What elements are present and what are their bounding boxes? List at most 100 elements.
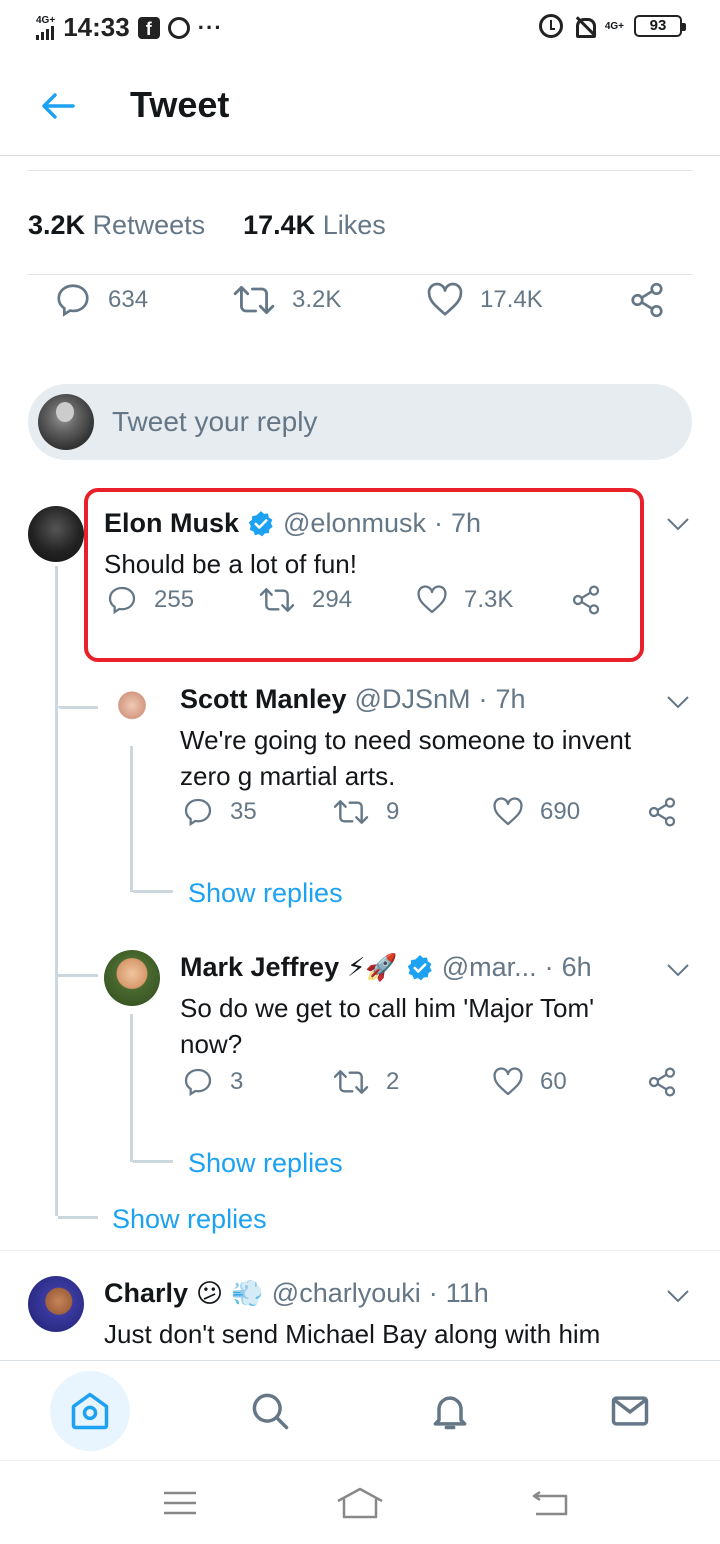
search-icon <box>252 1393 289 1430</box>
page-title: Tweet <box>130 84 230 125</box>
facebook-icon: f <box>137 16 160 39</box>
reply-button[interactable]: 35 <box>182 796 257 828</box>
network-label: 4G+ <box>36 14 56 26</box>
show-replies-link[interactable]: Show replies <box>188 878 343 909</box>
share-icon <box>631 282 663 318</box>
avatar[interactable] <box>104 684 160 740</box>
retweet-button[interactable]: 3.2K <box>232 281 341 319</box>
back-arrow-icon <box>42 93 75 119</box>
thread-line <box>130 1014 133 1162</box>
reply-placeholder: Tweet your reply <box>112 406 318 437</box>
back-button[interactable] <box>36 84 80 128</box>
thread-line <box>130 746 133 892</box>
signal-icon <box>36 25 54 40</box>
retweet-icon <box>233 286 275 314</box>
reply-button[interactable]: 634 <box>54 281 148 319</box>
thread-connector <box>58 706 98 709</box>
chevron-down-icon[interactable] <box>666 516 690 532</box>
author-handle[interactable]: @DJSnM <box>355 684 471 715</box>
divider <box>28 274 692 275</box>
share-button[interactable] <box>646 1066 678 1098</box>
thread-line <box>55 566 58 1216</box>
heart-icon <box>427 282 463 316</box>
chevron-down-icon[interactable] <box>666 694 690 710</box>
tweet-header: Mark Jeffrey ⚡🚀 @mar... · 6h <box>180 952 592 983</box>
chevron-down-icon[interactable] <box>666 1288 690 1304</box>
show-replies-link[interactable]: Show replies <box>188 1148 343 1179</box>
tweet-time: 11h <box>445 1278 489 1308</box>
share-button[interactable] <box>628 281 666 319</box>
search-tab[interactable] <box>230 1371 310 1451</box>
thread-connector <box>58 974 98 977</box>
reply-input[interactable]: Tweet your reply <box>28 384 692 460</box>
clock: 14:33 <box>63 12 130 42</box>
header: Tweet <box>0 56 720 156</box>
like-button[interactable]: 17.4K <box>426 282 543 318</box>
tweet-time: 7h <box>495 684 526 714</box>
author-name[interactable]: Mark Jeffrey <box>180 952 339 983</box>
bell-icon <box>433 1396 467 1430</box>
verified-badge-icon <box>407 954 432 980</box>
highlight-box <box>84 488 644 662</box>
reply-icon <box>57 284 89 317</box>
retweets-stat[interactable]: 3.2K Retweets <box>28 210 205 241</box>
alarm-icon <box>538 14 563 38</box>
author-handle[interactable]: @charlyouki <box>272 1278 421 1309</box>
thread-show-replies-link[interactable]: Show replies <box>112 1204 267 1235</box>
avatar[interactable] <box>104 950 160 1006</box>
tweet-text: Just don't send Michael Bay along with h… <box>104 1319 601 1349</box>
likes-stat[interactable]: 17.4K Likes <box>243 210 386 241</box>
tweet-time: 6h <box>561 952 592 982</box>
back-system-button[interactable] <box>526 1481 574 1525</box>
mail-icon <box>611 1396 649 1426</box>
messages-tab[interactable] <box>590 1371 670 1451</box>
retweet-icon <box>333 800 369 824</box>
author-handle[interactable]: @mar... <box>442 952 537 983</box>
status-bar: 4G+ 14:33 f ··· 4G+ 93 <box>0 0 720 56</box>
home-button[interactable] <box>336 1481 384 1525</box>
reply-button[interactable]: 3 <box>182 1066 243 1098</box>
reply-icon <box>184 1068 212 1097</box>
author-name[interactable]: Charly <box>104 1278 188 1309</box>
tweet-text: We're going to need someone to invent ze… <box>180 725 632 791</box>
divider <box>0 1250 720 1251</box>
divider <box>28 170 692 171</box>
home-tab[interactable] <box>50 1371 130 1451</box>
share-icon <box>648 797 676 827</box>
more-notifications-icon: ··· <box>197 14 223 40</box>
avatar[interactable] <box>28 506 84 562</box>
battery-icon: 93 <box>634 15 686 37</box>
author-name[interactable]: Scott Manley <box>180 684 347 715</box>
return-icon <box>532 1490 568 1516</box>
avatar[interactable] <box>28 1276 84 1332</box>
notifications-tab[interactable] <box>410 1371 490 1451</box>
thread-connector <box>133 1160 173 1163</box>
menu-button[interactable] <box>156 1481 204 1525</box>
home-outline-icon <box>337 1487 383 1519</box>
retweet-button[interactable]: 9 <box>332 796 399 828</box>
thread-connector <box>133 890 173 893</box>
tweet-stats: 3.2K Retweets 17.4K Likes <box>28 210 386 241</box>
mute-icon <box>573 15 596 38</box>
like-button[interactable]: 690 <box>492 797 580 827</box>
avatar <box>38 394 94 450</box>
emoji-icon: 😕 💨 <box>196 1278 264 1309</box>
like-button[interactable]: 60 <box>492 1067 567 1097</box>
bottom-navigation <box>0 1360 720 1460</box>
emoji-icon: ⚡🚀 <box>347 952 398 983</box>
tweet-text: So do we get to call him 'Major Tom' now… <box>180 993 595 1059</box>
share-button[interactable] <box>646 796 678 828</box>
retweet-button[interactable]: 2 <box>332 1066 399 1098</box>
reply-icon <box>184 798 212 827</box>
heart-icon <box>493 1067 523 1096</box>
thread-connector <box>58 1216 98 1219</box>
chrome-icon <box>167 16 190 39</box>
menu-icon <box>164 1491 196 1515</box>
retweet-icon <box>333 1070 369 1094</box>
tweet-header: Charly 😕 💨 @charlyouki · 11h <box>104 1278 489 1309</box>
home-icon <box>71 1392 109 1430</box>
network-label-right: 4G+ <box>604 20 624 32</box>
chevron-down-icon[interactable] <box>666 962 690 978</box>
tweet-header: Scott Manley @DJSnM · 7h <box>180 684 526 715</box>
system-navigation <box>0 1460 720 1544</box>
